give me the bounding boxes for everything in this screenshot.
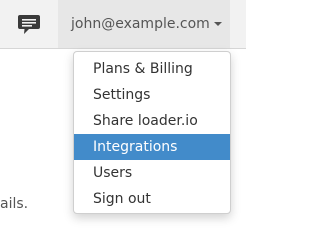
chat-bubble-icon	[17, 14, 41, 35]
menu-item-plans-billing[interactable]: Plans & Billing	[74, 56, 230, 82]
messages-button[interactable]	[0, 0, 58, 48]
account-email: john@example.com	[71, 16, 210, 32]
menu-item-sign-out[interactable]: Sign out	[74, 186, 230, 212]
page-body-text: ails.	[0, 196, 29, 212]
menu-item-integrations[interactable]: Integrations	[74, 134, 230, 160]
top-navbar: john@example.com	[0, 0, 246, 49]
account-dropdown-toggle[interactable]: john@example.com	[58, 0, 230, 48]
menu-item-share[interactable]: Share loader.io	[74, 108, 230, 134]
account-dropdown-menu: Plans & Billing Settings Share loader.io…	[73, 51, 231, 214]
caret-down-icon	[213, 22, 222, 26]
menu-item-users[interactable]: Users	[74, 160, 230, 186]
menu-item-settings[interactable]: Settings	[74, 82, 230, 108]
